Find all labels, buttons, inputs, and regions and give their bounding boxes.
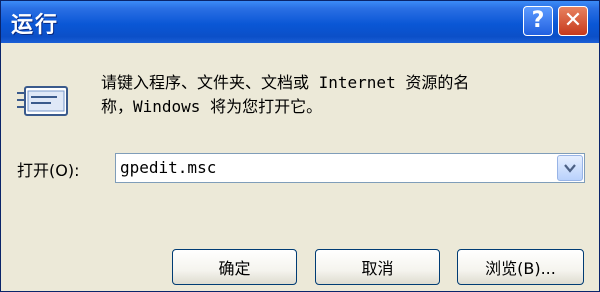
browse-button[interactable]: 浏览(B)... [457,249,584,285]
help-button[interactable]: ? [523,6,553,36]
description-line-1: 请键入程序、文件夹、文档或 Internet 资源的名 [101,73,470,92]
run-description: 请键入程序、文件夹、文档或 Internet 资源的名 称，Windows 将为… [101,71,581,119]
run-program-icon [17,81,69,119]
ok-button[interactable]: 确定 [172,249,297,285]
cancel-button[interactable]: 取消 [315,249,440,285]
open-label: 打开(O): [17,161,80,180]
run-dialog: 运行 ? ✕ 请键入程序、文件夹、文档或 Internet 资源的名 称，Win… [0,0,600,292]
window-title: 运行 [11,13,60,38]
description-line-2: 称，Windows 将为您打开它。 [101,97,323,116]
dropdown-button[interactable] [557,155,583,181]
close-button[interactable]: ✕ [558,6,588,36]
open-input[interactable]: gpedit.msc [120,154,216,182]
open-combobox[interactable]: gpedit.msc [115,153,585,183]
title-bar[interactable]: 运行 ? ✕ [1,1,599,43]
chevron-down-icon [564,164,576,173]
